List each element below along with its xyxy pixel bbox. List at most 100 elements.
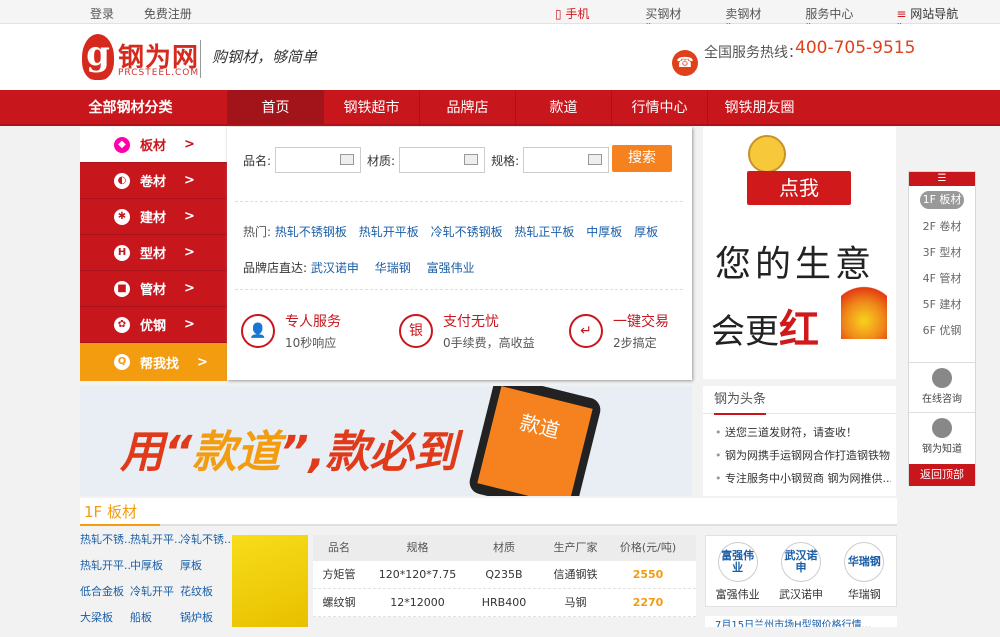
brand-nuoshen[interactable]: 武汉诺申 武汉诺申: [769, 536, 832, 606]
hot-item[interactable]: 热轧不锈钢板: [275, 225, 347, 239]
hot-item[interactable]: 厚板: [634, 225, 658, 239]
floor-link[interactable]: 热轧不锈...: [80, 533, 130, 559]
ad-line-2: 会更红: [711, 306, 819, 353]
brand-link[interactable]: 华瑞钢: [375, 261, 411, 275]
floor-link[interactable]: 冷轧开平: [130, 585, 180, 611]
floor-link[interactable]: 船板: [130, 611, 180, 637]
click-me-badge[interactable]: 点我: [747, 171, 851, 205]
category-section[interactable]: H 型材 >: [80, 235, 227, 271]
headline-item[interactable]: 专注服务中小钢贸商 钢为网推供...: [715, 470, 891, 493]
chevron-right-icon: >: [197, 354, 208, 370]
floor-link[interactable]: 厚板: [180, 559, 230, 585]
news-ticker[interactable]: 7月15日兰州市场H型钢价格行情...: [705, 616, 897, 627]
back-to-top-button[interactable]: 返回顶部: [909, 464, 975, 486]
brand-logo: 武汉诺申: [780, 542, 821, 582]
search-button[interactable]: 搜索: [612, 145, 672, 172]
plate-icon: ◆: [114, 136, 130, 153]
brand-direct: 品牌店直达: 武汉诺申 华瑞钢 富强伟业: [243, 261, 475, 275]
main-nav: 全部钢材分类 首页 钢铁超市 品牌店 款道 行情中心 钢铁朋友圈: [0, 90, 1000, 126]
register-link[interactable]: 免费注册: [144, 7, 192, 21]
table-row[interactable]: 方矩管 120*120*7.75 Q235B 信通钢铁 2550: [313, 561, 696, 589]
spec-label: 规格:: [491, 153, 520, 168]
logo-divider: [200, 40, 201, 78]
construction-icon: ✱: [114, 208, 130, 225]
floor-nav-2f[interactable]: 2F 卷材: [909, 214, 975, 240]
brand-huarui[interactable]: 华瑞钢 华瑞钢: [833, 536, 896, 606]
floor-nav-6f[interactable]: 6F 优钢: [909, 318, 975, 344]
all-categories[interactable]: 全部钢材分类: [0, 90, 227, 124]
hot-item[interactable]: 冷轧不锈钢板: [431, 225, 503, 239]
top-bar: 登录 免费注册 ▯ 手机APP 买钢材 ˅ 卖钢材 ˅ 服务中心 ˅ ≡ 网站导…: [0, 0, 1000, 36]
banner-text: 用“款道”,款必到: [120, 427, 458, 478]
name-input[interactable]: [275, 147, 362, 173]
category-coil[interactable]: ◐ 卷材 >: [80, 163, 227, 199]
headline-item[interactable]: 钢为网携手运钢网合作打造钢铁物...: [715, 447, 891, 470]
online-consult-button[interactable]: 在线咨询: [909, 362, 975, 408]
promo-ad[interactable]: 点我 您的生意 会更红: [703, 127, 896, 379]
floor-nav-3f[interactable]: 3F 型材: [909, 240, 975, 266]
hot-item[interactable]: 热轧正平板: [514, 225, 574, 239]
category-construction[interactable]: ✱ 建材 >: [80, 199, 227, 235]
nav-kuandao[interactable]: 款道: [515, 90, 611, 124]
site-header: g 钢为网 PRCSTEEL.COM 购钢材，够简单 ☎ 全国服务热线： 400…: [0, 24, 1000, 90]
kuandao-banner[interactable]: 用“款道”,款必到 款道: [80, 386, 692, 496]
floor-link[interactable]: 中厚板: [130, 559, 180, 585]
floor-link[interactable]: 锅炉板: [180, 611, 230, 637]
brand-link[interactable]: 武汉诺申: [311, 261, 359, 275]
headlines-title: 钢为头条: [703, 386, 896, 415]
floor-title: 1F 板材: [80, 498, 160, 526]
brand-logos: 富强伟业 富强伟业 武汉诺申 武汉诺申 华瑞钢 华瑞钢: [705, 535, 897, 607]
logo-domain: PRCSTEEL.COM: [118, 68, 200, 78]
floor-link[interactable]: 低合金板: [80, 585, 130, 611]
logo-icon[interactable]: g: [82, 34, 114, 80]
spec-input[interactable]: [523, 147, 610, 173]
brand-logo: 富强伟业: [717, 542, 758, 582]
keyboard-icon[interactable]: [464, 154, 479, 165]
transaction-icon: ↵: [569, 314, 603, 348]
brand-link[interactable]: 富强伟业: [427, 261, 475, 275]
floor-link[interactable]: 热轧开平...: [80, 559, 130, 585]
phone-icon: ☎: [672, 50, 698, 76]
feature-payment: 银 支付无忧 0手续费，高收益: [399, 311, 535, 351]
floor-header: 1F 板材: [80, 498, 897, 526]
floor-link[interactable]: 冷轧不锈...: [180, 533, 230, 559]
steel-know-button[interactable]: 钢为知道: [909, 412, 975, 458]
nav-home[interactable]: 首页: [227, 90, 323, 124]
table-header: 品名 规格 材质 生产厂家 价格(元/吨): [313, 535, 696, 561]
hotline-number: 400-705-9515: [795, 38, 916, 58]
table-row[interactable]: 螺纹钢 12*12000 HRB400 马钢 2270: [313, 589, 696, 617]
nav-steel-market[interactable]: 钢铁超市: [323, 90, 419, 124]
price-table: 品名 规格 材质 生产厂家 价格(元/吨) 方矩管 120*120*7.75 Q…: [313, 535, 696, 617]
floor-nav-5f[interactable]: 5F 建材: [909, 292, 975, 318]
floor-nav-4f[interactable]: 4F 管材: [909, 266, 975, 292]
hot-item[interactable]: 中厚板: [586, 225, 622, 239]
floor-link[interactable]: 大梁板: [80, 611, 130, 637]
search-row: 品名: 材质: 规格:: [243, 147, 615, 173]
floor-link[interactable]: 花纹板: [180, 585, 230, 611]
category-help-me-find[interactable]: Q 帮我找 >: [80, 343, 227, 381]
login-link[interactable]: 登录: [90, 7, 114, 21]
nav-steel-friends[interactable]: 钢铁朋友圈: [707, 90, 811, 124]
chevron-right-icon: >: [184, 173, 195, 188]
name-label: 品名:: [243, 153, 272, 168]
category-special-steel[interactable]: ✿ 优钢 >: [80, 307, 227, 343]
special-steel-icon: ✿: [114, 316, 130, 333]
nav-market-center[interactable]: 行情中心: [611, 90, 707, 124]
category-pipe[interactable]: ■ 管材 >: [80, 271, 227, 307]
chevron-right-icon: >: [184, 245, 195, 260]
chevron-right-icon: >: [184, 137, 195, 152]
divider: [235, 289, 683, 290]
brand-fuqiang[interactable]: 富强伟业 富强伟业: [706, 536, 769, 606]
floor-link[interactable]: 热轧开平...: [130, 533, 180, 559]
floor-nav-1f[interactable]: 1F 板材: [920, 191, 964, 209]
nav-brand-store[interactable]: 品牌店: [419, 90, 515, 124]
headline-item[interactable]: 送您三道发财符，请查收！: [715, 424, 891, 447]
keyboard-icon[interactable]: [588, 154, 603, 165]
floor-image[interactable]: [232, 535, 308, 627]
category-plate[interactable]: ◆ 板材 >: [80, 127, 227, 163]
pipe-icon: ■: [114, 280, 130, 297]
keyboard-icon[interactable]: [340, 154, 355, 165]
menu-icon: ☰: [909, 172, 975, 186]
material-input[interactable]: [399, 147, 486, 173]
hot-item[interactable]: 热轧开平板: [359, 225, 419, 239]
